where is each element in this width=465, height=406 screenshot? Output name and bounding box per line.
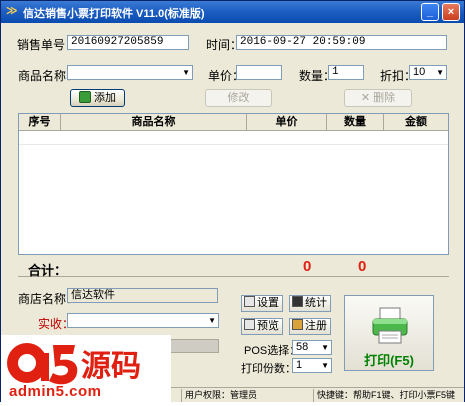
table-header: 序号 商品名称 单价 数量 金额 [19,114,448,131]
order-no-field[interactable]: 20160927205859 [67,35,189,50]
chevron-down-icon: ▼ [208,316,216,325]
status-permission: 用户权限：管理员 [181,389,313,402]
total-label: 合计： [28,263,68,278]
stats-button-label: 统计 [305,297,327,309]
settings-icon [244,296,255,307]
title-bar: ≫ 信达销售小票打印软件 V11.0(标准版) _ × [1,1,464,23]
watermark-logo: 源码 admin5.com [1,335,171,403]
chevron-down-icon: ▼ [321,343,329,352]
add-button-label: 添加 [94,92,116,104]
register-button[interactable]: 注册 [289,318,331,335]
delete-button-label: 删除 [373,92,396,104]
discount-combo-value: 10 [413,66,426,78]
column-header[interactable]: 数量 [327,114,384,131]
add-button[interactable]: 添加 [70,89,125,107]
total-amount: 0 [358,258,367,275]
preview-button-label: 预览 [257,320,279,332]
minimize-button[interactable]: _ [421,3,439,21]
edit-button-label: 修改 [227,92,250,104]
register-button-label: 注册 [305,320,327,332]
window-title: 信达销售小票打印软件 V11.0(标准版) [23,8,205,20]
received-combo[interactable]: ▼ [67,313,219,328]
items-table[interactable]: 序号 商品名称 单价 数量 金额 [18,113,449,255]
column-header[interactable]: 序号 [19,114,61,131]
delete-icon: ✕ [360,92,371,104]
settings-button[interactable]: 设置 [241,295,283,312]
totals-bar: 合计： 0 0 [18,257,449,278]
copies-label: 打印份数： [241,363,296,375]
app-window: ≫ 信达销售小票打印软件 V11.0(标准版) _ × 销售单号： 201609… [0,0,465,403]
stats-icon [292,296,303,307]
chevron-down-icon: ▼ [436,68,444,77]
chevron-down-icon: ▼ [182,68,190,77]
time-field[interactable]: 2016-09-27 20:59:09 [236,35,447,50]
preview-icon [244,319,255,330]
home-add-icon [79,91,91,103]
shop-name-field[interactable]: 信达软件 [67,288,218,303]
table-row[interactable] [19,131,448,145]
product-combo[interactable]: ▼ [67,65,193,80]
close-button[interactable]: × [442,3,460,21]
column-header[interactable]: 商品名称 [61,114,247,131]
print-button[interactable]: 打印(F5) [344,295,434,371]
status-hotkeys: 快捷键：帮助F1键、打印小票F5键 [313,389,464,402]
register-icon [292,319,303,330]
app-icon: ≫ [6,5,18,17]
qty-field[interactable]: 1 [328,65,364,80]
preview-button[interactable]: 预览 [241,318,283,335]
edit-button[interactable]: 修改 [205,89,272,107]
stats-button[interactable]: 统计 [289,295,331,312]
delete-button[interactable]: ✕ 删除 [344,89,412,107]
printer-icon [372,307,408,344]
print-button-label: 打印(F5) [364,353,414,368]
copies-combo-value: 1 [296,359,303,371]
pos-combo-value: 58 [296,341,309,353]
price-field[interactable] [236,65,282,80]
watermark-brand: 源码 [81,350,141,383]
column-header[interactable]: 单价 [247,114,327,131]
settings-button-label: 设置 [257,297,279,309]
column-header[interactable]: 金额 [384,114,448,131]
pos-combo[interactable]: 58 ▼ [292,340,332,355]
total-quantity: 0 [303,258,312,275]
discount-combo[interactable]: 10 ▼ [409,65,447,80]
watermark-site: admin5.com [9,383,102,400]
copies-combo[interactable]: 1 ▼ [292,358,332,373]
chevron-down-icon: ▼ [321,361,329,370]
